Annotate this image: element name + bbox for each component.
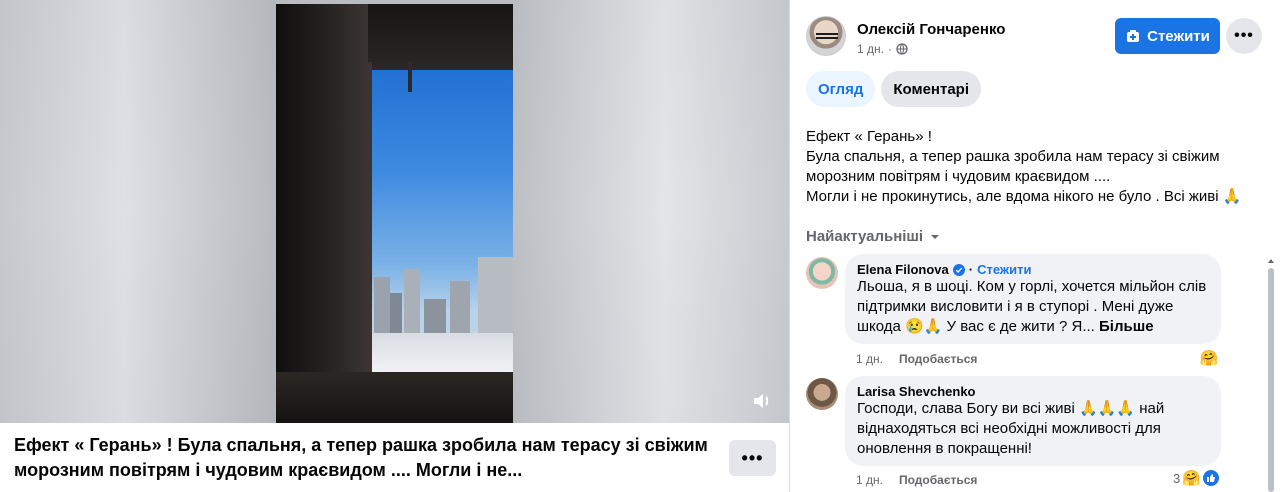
tab-overview[interactable]: Огляд: [806, 71, 876, 107]
comment-follow-link[interactable]: Стежити: [977, 262, 1031, 277]
globe-icon: [896, 43, 908, 55]
comment-see-more-link[interactable]: Більше: [1099, 318, 1154, 335]
window-edge: [364, 62, 372, 373]
author-name[interactable]: Олексій Гончаренко: [857, 21, 1005, 38]
commenter-avatar[interactable]: [806, 378, 838, 410]
follow-button[interactable]: Стежити: [1115, 18, 1220, 54]
post-text-line: Могли і не прокинутись, але вдома нікого…: [806, 188, 1242, 205]
video-player[interactable]: [0, 0, 789, 423]
post-meta: 1 дн. ·: [857, 42, 908, 56]
scroll-up-icon[interactable]: [1267, 258, 1275, 264]
comment-author-name[interactable]: Larisa Shevchenko: [857, 384, 976, 399]
video-frame: [276, 4, 513, 423]
post-text-line: Ефект « Герань» !: [806, 128, 932, 145]
video-blur-left: [0, 0, 276, 423]
author-avatar[interactable]: [806, 16, 846, 56]
burnt-wall-left: [276, 4, 368, 423]
comment-author-name[interactable]: Elena Filonova: [857, 262, 949, 277]
follow-icon: [1127, 30, 1140, 42]
post-time[interactable]: 1 дн.: [857, 42, 884, 56]
facebook-post-viewer: Ефект « Герань» ! Була спальня, а тепер …: [0, 0, 1280, 492]
chevron-down-icon: [931, 234, 940, 239]
comment-separator: ·: [968, 262, 974, 277]
like-reaction-icon: [1202, 470, 1219, 486]
more-options-button[interactable]: •••: [1226, 18, 1262, 54]
post-details-panel: Олексій Гончаренко 1 дн. · Стежити ••• О…: [789, 0, 1280, 492]
comment-time[interactable]: 1 дн.: [856, 352, 883, 366]
comment-time[interactable]: 1 дн.: [856, 473, 883, 487]
comment-body: Льоша, я в шоці. Ком у горлі, хочется мі…: [857, 278, 1207, 335]
caption-more-button[interactable]: •••: [729, 440, 776, 476]
reactions-summary[interactable]: 3 🤗: [1173, 469, 1219, 487]
comment-author-row: Larisa Shevchenko: [857, 384, 1209, 399]
verified-badge-icon: [952, 263, 965, 276]
post-tabs: Огляд Коментарі: [806, 71, 981, 107]
post-text: Ефект « Герань» ! Була спальня, а тепер …: [806, 127, 1266, 207]
video-blur-right: [513, 0, 789, 423]
follow-button-label: Стежити: [1147, 27, 1210, 45]
comment-bubble: Larisa Shevchenko Господи, слава Богу ви…: [845, 376, 1221, 466]
scrollbar-thumb[interactable]: [1268, 268, 1274, 492]
comment-actions: 1 дн. Подобається: [856, 473, 977, 487]
city-skyline: [368, 232, 513, 373]
comment-like-button[interactable]: Подобається: [899, 352, 977, 366]
hanging-cable: [408, 62, 412, 92]
comment-sort-dropdown[interactable]: Найактуальніші: [806, 228, 941, 245]
meta-separator: ·: [887, 42, 892, 56]
reactions-count: 3: [1173, 470, 1181, 486]
comment-like-button[interactable]: Подобається: [899, 473, 977, 487]
comment-body: Господи, слава Богу ви всі живі 🙏🙏🙏 най …: [857, 400, 1165, 457]
post-text-line: Була спальня, а тепер рашка зробила нам …: [806, 148, 1220, 185]
comment-actions: 1 дн. Подобається: [856, 352, 977, 366]
care-reaction-icon: 🤗: [1182, 470, 1201, 487]
tab-comments[interactable]: Коментарі: [881, 71, 981, 107]
snowy-roofs: [368, 333, 513, 373]
burnt-wall-bottom: [276, 372, 513, 423]
sort-label: Найактуальніші: [806, 228, 924, 245]
post-caption: Ефект « Герань» ! Була спальня, а тепер …: [14, 435, 708, 480]
comment-author-row: Elena Filonova · Стежити: [857, 262, 1209, 277]
comment-bubble: Elena Filonova · Стежити Льоша, я в шоці…: [845, 254, 1221, 344]
care-reaction-icon[interactable]: 🤗: [1199, 348, 1219, 368]
scrollbar[interactable]: [1267, 259, 1275, 492]
comment-text: Льоша, я в шоці. Ком у горлі, хочется мі…: [857, 277, 1209, 337]
commenter-avatar[interactable]: [806, 257, 838, 289]
volume-icon[interactable]: [750, 389, 774, 413]
